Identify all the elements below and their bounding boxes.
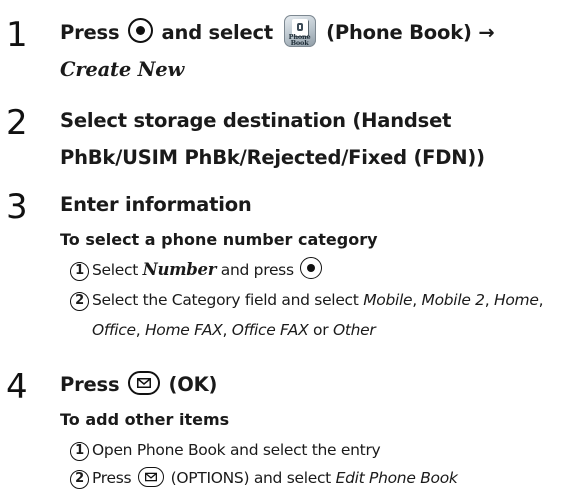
menu-target: Create New [60, 58, 185, 81]
menu-item-ref: Edit Phone Book [335, 469, 458, 487]
mail-key-icon [127, 371, 160, 395]
list-item: 2 Select the Category field and select Mo… [70, 285, 558, 315]
list-item: 1 Select Number and press [70, 255, 558, 285]
option-text: Other [332, 321, 376, 339]
subsection-title: To add other items [60, 410, 230, 429]
step-text: Press and select Phone Book (Phone Book)… [60, 14, 558, 88]
center-key-icon [127, 18, 153, 43]
item-marker: 1 [70, 262, 89, 281]
subsection-title: To select a phone number category [60, 230, 378, 249]
option-text: Home FAX [144, 321, 223, 339]
step-word: (Phone Book) [326, 21, 472, 44]
step-number: 4 [6, 367, 28, 407]
step-text: Select storage destination (Handset PhBk… [60, 109, 485, 169]
option-text: Mobile 2 [421, 291, 486, 309]
step-number: 1 [6, 15, 28, 55]
center-key-icon [300, 257, 323, 279]
step-number: 2 [6, 103, 28, 143]
option-text: Office FAX [231, 321, 309, 339]
step-word: and select [161, 21, 274, 44]
item-marker: 1 [70, 442, 89, 461]
step-word: Press [60, 21, 120, 44]
phone-book-app-icon: Phone Book [283, 15, 316, 47]
step-text: Press (OK) [60, 371, 218, 396]
option-text: Mobile [363, 291, 413, 309]
mail-key-icon [137, 467, 164, 487]
menu-item-ref: Number [142, 260, 217, 279]
list-item-continued: Office, Home FAX, Office FAX or Other [92, 321, 376, 339]
step-number: 3 [6, 187, 28, 227]
arrow-icon: → [478, 21, 495, 44]
option-text: Home [494, 291, 539, 309]
list-item: 2 Press (OPTIONS) and select Edit Phone B… [70, 463, 558, 493]
item-marker: 2 [70, 470, 89, 489]
item-marker: 2 [70, 292, 89, 311]
list-item: 1 Open Phone Book and select the entry [70, 435, 558, 465]
step-text: Enter information [60, 193, 252, 216]
option-text: Office [92, 321, 136, 339]
